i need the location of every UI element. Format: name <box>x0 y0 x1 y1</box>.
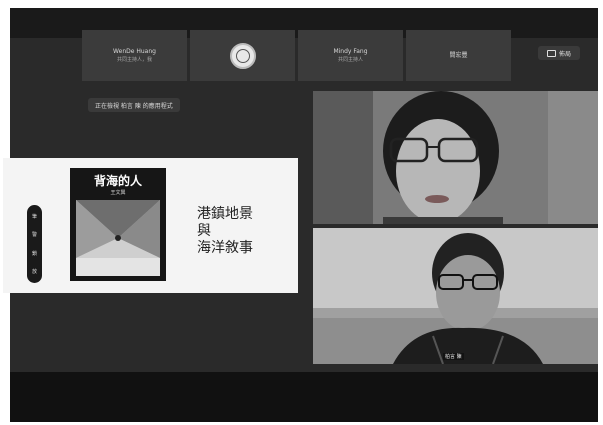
bottom-bar <box>10 372 598 422</box>
book-cover: 背海的人 王文興 <box>70 168 166 281</box>
participant-tile-4[interactable]: 間宏豐 <box>406 30 511 81</box>
viewing-banner: 正在檢視 柏言 陳 的應用程式 <box>88 98 180 112</box>
book-author: 王文興 <box>110 190 126 196</box>
annotation-toolbar: 筆 警 鎖 放 <box>27 205 42 283</box>
video-feed-mindy[interactable] <box>313 91 598 224</box>
annotation-tool-0[interactable]: 筆 <box>32 213 37 220</box>
layout-label: 佈局 <box>558 50 571 58</box>
participant-name: Mindy Fang <box>333 47 368 55</box>
slide-line-3: 海洋敘事 <box>197 240 253 256</box>
annotation-tool-3[interactable]: 放 <box>32 268 37 275</box>
participant-role: 共同主持人，我 <box>116 56 152 63</box>
video-feed-speaker[interactable]: 柏言 陳 <box>313 228 598 364</box>
speaker-name-tag: 柏言 陳 <box>443 353 464 360</box>
layout-icon <box>546 49 556 57</box>
participant-tile-mindy[interactable]: Mindy Fang 共同主持人 <box>298 30 403 81</box>
annotation-tool-1[interactable]: 警 <box>32 231 37 238</box>
participant-tile-emblem[interactable] <box>190 30 295 81</box>
book-cover-art <box>76 200 160 276</box>
viewing-banner-text: 正在檢視 柏言 陳 的應用程式 <box>95 102 173 110</box>
participant-role: 共同主持人 <box>337 56 363 63</box>
book-title: 背海的人 <box>93 174 142 188</box>
video-frame-woman <box>313 91 598 224</box>
layout-button[interactable]: 佈局 <box>538 46 580 60</box>
participant-name: 間宏豐 <box>449 51 468 59</box>
participant-name: WenDe Huang <box>113 47 156 55</box>
slide-line-2: 與 <box>197 223 211 239</box>
slide-text: 港鎮地景 與 海洋敘事 <box>197 206 253 257</box>
participant-tile-wende[interactable]: WenDe Huang 共同主持人，我 <box>82 30 187 81</box>
slide-line-1: 港鎮地景 <box>197 206 253 222</box>
emblem-avatar-icon <box>229 42 256 69</box>
annotation-tool-2[interactable]: 鎖 <box>32 250 37 257</box>
video-frame-man <box>313 228 598 364</box>
